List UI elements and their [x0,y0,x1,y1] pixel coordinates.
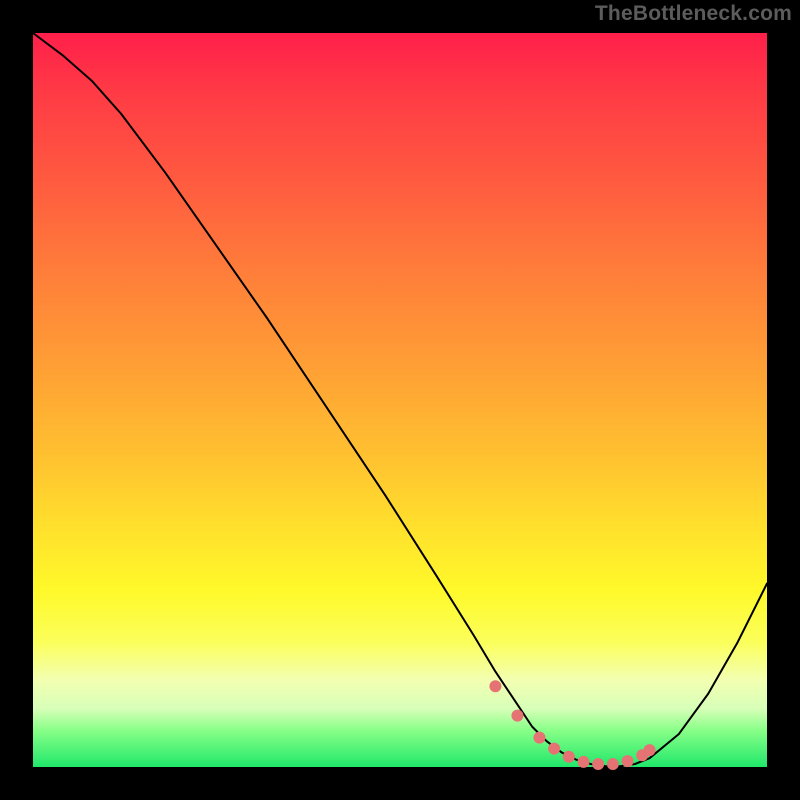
watermark-text: TheBottleneck.com [595,2,792,26]
highlight-dot [533,732,545,744]
highlight-dot [644,744,656,756]
plot-area [33,33,767,767]
highlight-dot [489,680,501,692]
highlight-dot [578,756,590,768]
chart-frame: TheBottleneck.com [0,0,800,800]
highlight-dot [622,755,634,767]
highlight-dot [511,710,523,722]
highlight-dot [563,751,575,763]
curve-layer [33,33,767,767]
bottleneck-curve [33,33,767,766]
highlight-dot [548,743,560,755]
highlight-dot [607,758,619,770]
highlight-dot [592,758,604,770]
